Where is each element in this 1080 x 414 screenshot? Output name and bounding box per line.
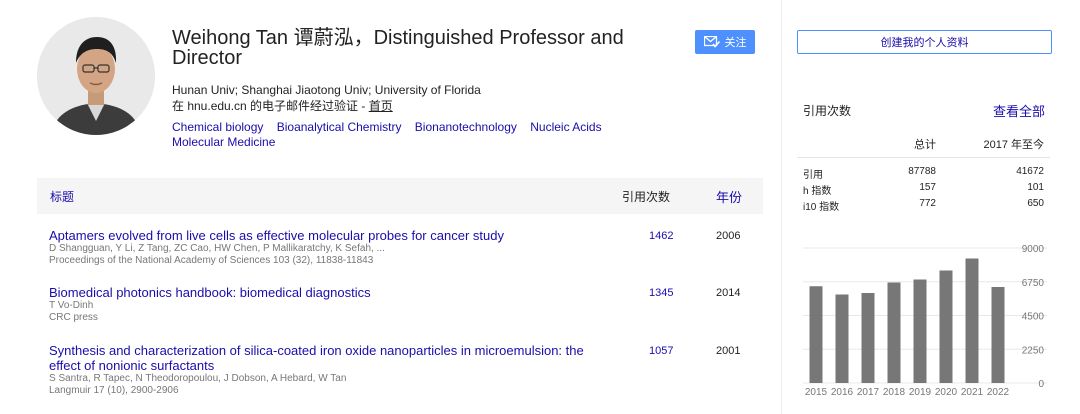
publication-cited-count[interactable]: 1345	[649, 287, 673, 299]
affiliation: Hunan Univ; Shanghai Jiaotong Univ; Univ…	[172, 83, 481, 97]
metric-since-citations: 41672	[1016, 166, 1044, 177]
y-tick-label: 9000	[1022, 244, 1045, 255]
interest-chemical-biology[interactable]: Chemical biology	[172, 120, 263, 134]
publication-year: 2001	[716, 345, 741, 357]
metric-label-citations: 引用	[803, 170, 823, 181]
publication-cited-count[interactable]: 1462	[649, 230, 673, 242]
publication-cited-count[interactable]: 1057	[649, 345, 673, 357]
x-tick-label: 2018	[883, 387, 906, 398]
metric-total-h-index: 157	[919, 182, 936, 193]
table-row: Aptamers evolved from live cells as effe…	[49, 228, 769, 267]
publication-year: 2014	[716, 287, 741, 299]
interest-molecular-medicine[interactable]: Molecular Medicine	[172, 135, 275, 149]
metrics-col-total: 总计	[914, 139, 936, 151]
y-tick-label: 0	[1038, 379, 1044, 390]
sort-by-cited[interactable]: 引用次数	[622, 188, 670, 205]
publication-venue: Langmuir 17 (10), 2900-2906	[49, 385, 179, 396]
chart-bar-2018[interactable]	[887, 282, 901, 384]
publication-title[interactable]: Synthesis and characterization of silica…	[49, 343, 609, 373]
publications-header: 标题 引用次数 年份	[37, 178, 763, 214]
chart-bar-2020[interactable]	[939, 270, 953, 384]
publication-venue: Proceedings of the National Academy of S…	[49, 255, 374, 266]
x-tick-label: 2016	[831, 387, 854, 398]
mail-check-icon	[703, 36, 720, 48]
chart-bar-2021[interactable]	[965, 258, 979, 384]
metric-label-h-index: h 指数	[803, 186, 832, 197]
x-tick-label: 2021	[961, 387, 984, 398]
chart-bar-2016[interactable]	[835, 294, 849, 384]
chart-bar-2019[interactable]	[913, 279, 927, 384]
publication-authors: S Santra, R Tapec, N Theodoropoulou, J D…	[49, 373, 347, 384]
y-tick-label: 2250	[1022, 345, 1045, 356]
metrics-divider	[797, 157, 1050, 158]
y-tick-label: 6750	[1022, 278, 1045, 289]
publication-title[interactable]: Aptamers evolved from live cells as effe…	[49, 228, 609, 243]
x-tick-label: 2020	[935, 387, 958, 398]
column-divider	[781, 0, 782, 414]
follow-label: 关注	[724, 37, 747, 49]
chart-bar-2017[interactable]	[861, 293, 875, 383]
follow-button[interactable]: 关注	[695, 30, 755, 54]
profile-photo	[37, 17, 155, 135]
publication-authors: D Shangguan, Y Li, Z Tang, ZC Cao, HW Ch…	[49, 243, 385, 254]
publication-title[interactable]: Biomedical photonics handbook: biomedica…	[49, 285, 609, 300]
metric-label-i10-index: i10 指数	[803, 202, 840, 213]
sort-by-year[interactable]: 年份	[716, 187, 742, 206]
interest-nucleic-acids[interactable]: Nucleic Acids	[530, 120, 601, 134]
x-tick-label: 2017	[857, 387, 880, 398]
metric-total-citations: 87788	[908, 166, 936, 177]
citations-bar-chart: 900067504500225002015 2016 2017 2018 2019 202…	[803, 244, 1047, 398]
publication-venue: CRC press	[49, 312, 98, 323]
avatar	[37, 17, 155, 135]
chart-bar-2022[interactable]	[991, 287, 1005, 383]
chart-bar-2015[interactable]	[809, 286, 823, 383]
metrics-col-since: 2017 年至今	[983, 139, 1044, 151]
table-row: Biomedical photonics handbook: biomedica…	[49, 285, 769, 324]
table-row: Synthesis and characterization of silica…	[49, 343, 769, 397]
x-tick-label: 2022	[987, 387, 1010, 398]
y-tick-label: 4500	[1022, 312, 1045, 323]
x-tick-label: 2019	[909, 387, 932, 398]
cited-by-heading: 引用次数	[803, 104, 852, 118]
metric-since-i10-index: 650	[1027, 198, 1044, 209]
verified-text: 在 hnu.edu.cn 的电子邮件经过验证 -	[172, 99, 369, 113]
interest-bioanalytical-chemistry[interactable]: Bioanalytical Chemistry	[277, 120, 402, 134]
verified-email: 在 hnu.edu.cn 的电子邮件经过验证 - 首页	[172, 98, 393, 114]
sort-by-title[interactable]: 标题	[50, 188, 74, 205]
publication-authors: T Vo-Dinh	[49, 300, 94, 311]
publication-year: 2006	[716, 230, 741, 242]
homepage-link[interactable]: 首页	[369, 99, 393, 113]
create-profile-button[interactable]: 创建我的个人资料	[797, 30, 1052, 54]
x-tick-label: 2015	[805, 387, 828, 398]
metric-since-h-index: 101	[1027, 182, 1044, 193]
view-all-link[interactable]: 查看全部	[993, 101, 1045, 120]
profile-name: Weihong Tan 谭蔚泓，Distinguished Professor …	[172, 27, 624, 69]
research-interests: Chemical biology Bioanalytical Chemistry…	[172, 120, 652, 150]
metric-total-i10-index: 772	[919, 198, 936, 209]
interest-bionanotechnology[interactable]: Bionanotechnology	[415, 120, 517, 134]
